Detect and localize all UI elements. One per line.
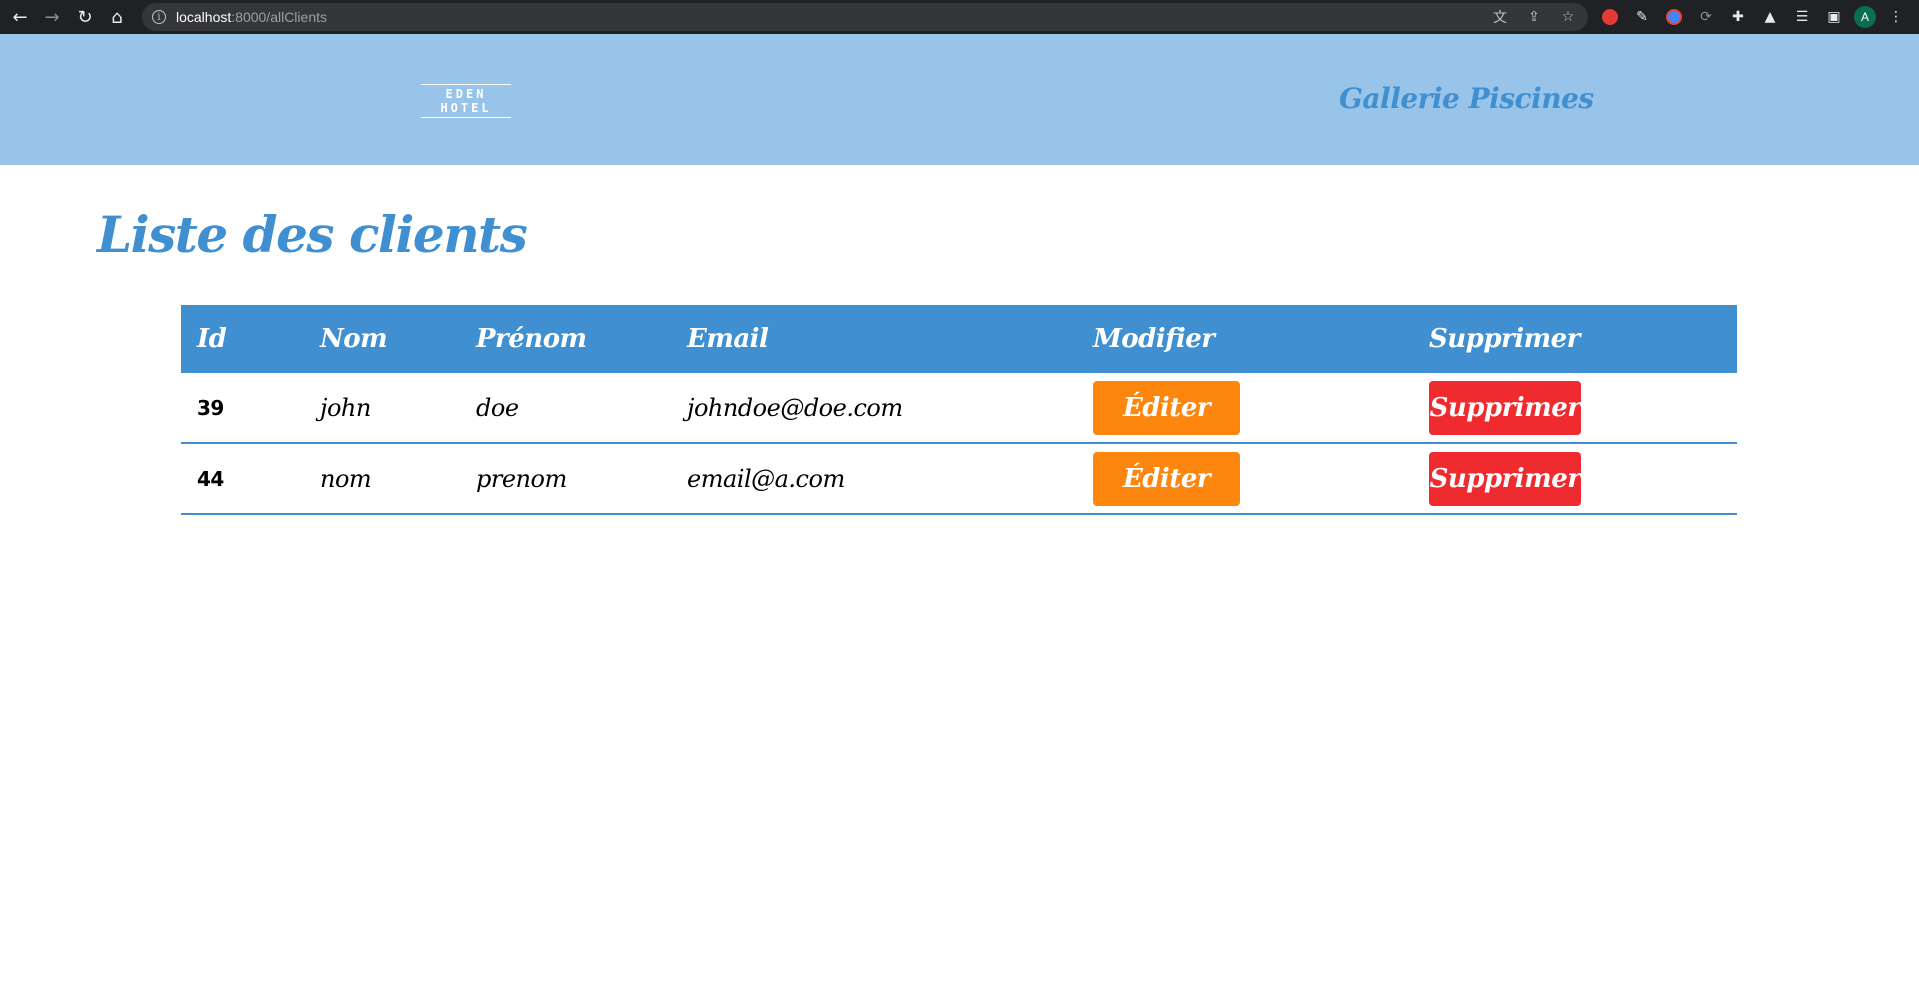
table-row: 39 john doe johndoe@doe.com Éditer Suppr… <box>181 373 1737 444</box>
edit-button[interactable]: Éditer <box>1093 451 1240 506</box>
share-icon[interactable]: ⇪ <box>1524 7 1544 27</box>
cell-supprimer: Supprimer <box>1413 443 1737 515</box>
star-icon[interactable]: ☆ <box>1558 7 1578 27</box>
logo[interactable]: EDEN HOTEL <box>421 82 511 120</box>
column-header-email: Email <box>671 305 1077 373</box>
url-text[interactable]: localhost:8000/allClients <box>176 9 327 25</box>
cell-nom: nom <box>304 443 460 515</box>
site-info-icon[interactable]: i <box>152 10 166 24</box>
cell-email: email@a.com <box>671 443 1077 515</box>
browser-toolbar: ← → ↻ ⌂ i localhost:8000/allClients 文 ⇪ … <box>0 0 1919 34</box>
cell-id: 44 <box>181 443 304 515</box>
logo-line-bottom <box>421 117 511 118</box>
url-host: localhost <box>176 9 232 25</box>
column-header-modifier: Modifier <box>1077 305 1413 373</box>
cell-modifier: Éditer <box>1077 373 1413 444</box>
page-title: Liste des clients <box>97 205 528 264</box>
back-icon[interactable]: ← <box>8 5 32 29</box>
column-header-id: Id <box>181 305 304 373</box>
menu-icon[interactable]: ⋮ <box>1884 5 1908 29</box>
cell-email: johndoe@doe.com <box>671 373 1077 444</box>
gallery-link[interactable]: Gallerie Piscines <box>1339 82 1594 115</box>
delete-button[interactable]: Supprimer <box>1429 451 1581 506</box>
cell-prenom: prenom <box>460 443 671 515</box>
avatar[interactable]: A <box>1854 6 1876 28</box>
column-header-prenom: Prénom <box>460 305 671 373</box>
translate-icon[interactable]: 文 <box>1490 7 1510 27</box>
logo-text: EDEN HOTEL <box>440 87 492 115</box>
pen-icon[interactable]: ✎ <box>1630 5 1654 29</box>
table-row: 44 nom prenom email@a.com Éditer Supprim… <box>181 443 1737 515</box>
sidebar-icon[interactable]: ▣ <box>1822 5 1846 29</box>
cell-nom: john <box>304 373 460 444</box>
cell-id: 39 <box>181 373 304 444</box>
table-header-row: Id Nom Prénom Email Modifier Supprimer <box>181 305 1737 373</box>
clients-table: Id Nom Prénom Email Modifier Supprimer 3… <box>181 305 1737 515</box>
sync-icon[interactable]: ⟳ <box>1694 5 1718 29</box>
cell-prenom: doe <box>460 373 671 444</box>
cell-modifier: Éditer <box>1077 443 1413 515</box>
playlist-icon[interactable]: ☰ <box>1790 5 1814 29</box>
reload-icon[interactable]: ↻ <box>73 5 97 29</box>
home-icon[interactable]: ⌂ <box>105 5 129 29</box>
flask-icon[interactable]: ▲ <box>1758 5 1782 29</box>
url-path: :8000/allClients <box>231 9 327 25</box>
forward-icon[interactable]: → <box>40 5 64 29</box>
logo-line-top <box>421 84 511 85</box>
delete-button[interactable]: Supprimer <box>1429 380 1581 435</box>
red-extension-icon[interactable] <box>1598 5 1622 29</box>
column-header-nom: Nom <box>304 305 460 373</box>
address-bar[interactable]: i localhost:8000/allClients 文 ⇪ ☆ <box>142 3 1588 31</box>
cell-supprimer: Supprimer <box>1413 373 1737 444</box>
edit-button[interactable]: Éditer <box>1093 380 1240 435</box>
column-header-supprimer: Supprimer <box>1413 305 1737 373</box>
site-header: EDEN HOTEL Gallerie Piscines <box>0 34 1919 165</box>
chrome-ball-icon[interactable] <box>1662 5 1686 29</box>
puzzle-icon[interactable]: ✚ <box>1726 5 1750 29</box>
